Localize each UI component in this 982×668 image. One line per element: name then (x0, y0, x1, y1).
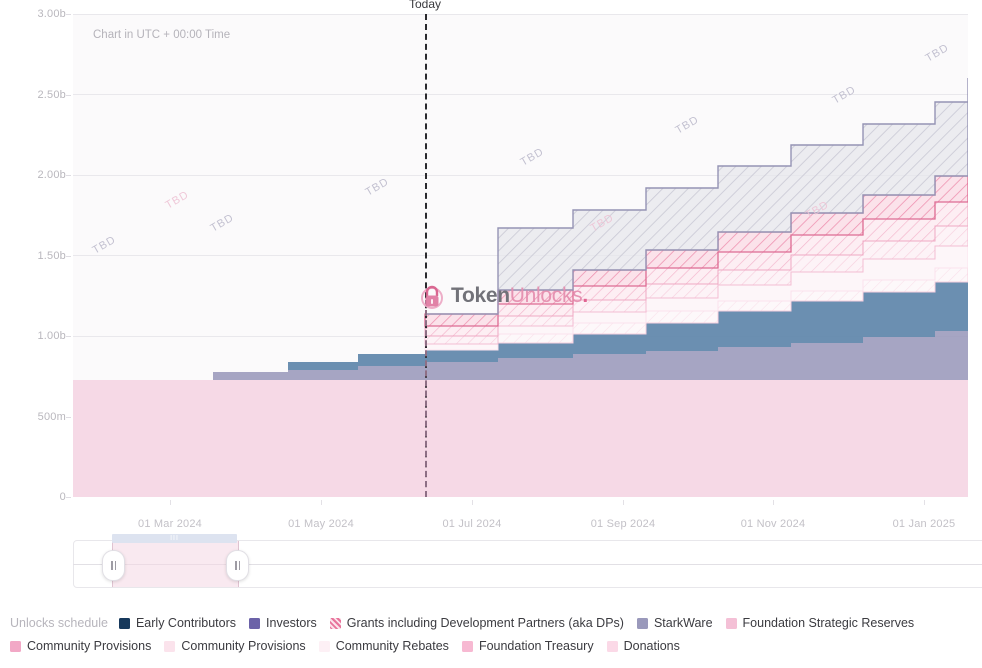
legend-swatch-early-contributors (118, 617, 130, 629)
x-axis-label-3: 01 Sep 2024 (590, 518, 656, 530)
x-axis-tick (170, 500, 171, 505)
legend-item-early-contributors[interactable]: Early Contributors (118, 616, 237, 630)
legend-item-starkware[interactable]: StarkWare (636, 616, 713, 630)
legend-item-investors[interactable]: Investors (249, 616, 317, 630)
x-axis-label-5: 01 Jan 2025 (892, 518, 956, 530)
svg-text:TBD: TBD (924, 42, 952, 65)
y-axis: 0 500m 1.00b 1.50b 2.00b 2.50b 3.00b (0, 8, 71, 503)
y-axis-label-2: 1.00b (37, 330, 66, 342)
legend-label-early-contributors: Early Contributors (135, 616, 237, 630)
legend-swatch-community-rebates (318, 640, 330, 652)
x-axis-tick (321, 500, 322, 505)
date-range-slider[interactable]: III (40, 534, 982, 590)
legend-label-donations: Donations (623, 639, 680, 653)
x-axis-label-2: 01 Jul 2024 (442, 518, 502, 530)
stacked-area-series: TBD TBD TBD TBD TBD TBD TBD TBD TBD TBD (73, 42, 968, 497)
x-axis-label-0: 01 Mar 2024 (138, 518, 202, 530)
range-slider-selection-handlebar[interactable]: III (112, 534, 237, 543)
legend-item-grants[interactable]: Grants including Development Partners (a… (329, 616, 624, 630)
x-axis-tick (773, 500, 774, 505)
y-axis-label-4: 2.00b (37, 169, 66, 181)
legend-label-community-provisions-1: Community Provisions (27, 639, 152, 653)
chart-timezone-note: Chart in UTC + 00:00 Time (93, 29, 231, 41)
y-axis-label-0: 0 (59, 491, 66, 503)
legend-item-donations[interactable]: Donations (606, 639, 680, 653)
legend-label-starkware: StarkWare (653, 616, 713, 630)
y-axis-tick (66, 255, 71, 257)
x-axis-label-4: 01 Nov 2024 (740, 518, 806, 530)
legend-item-community-provisions-1[interactable]: Community Provisions (10, 639, 151, 653)
legend-label-grants: Grants including Development Partners (a… (346, 616, 624, 630)
legend-swatch-foundation-treasury (461, 640, 473, 652)
legend-item-community-provisions-2[interactable]: Community Provisions (164, 639, 306, 653)
range-slider-selection[interactable] (112, 541, 239, 587)
x-axis-label-1: 01 May 2024 (288, 518, 354, 530)
svg-text:TBD: TBD (164, 189, 192, 212)
y-axis-label-3: 1.50b (37, 249, 66, 262)
range-slider-grip: III (170, 535, 179, 542)
x-axis-tick (623, 500, 624, 505)
y-axis-tick (66, 14, 71, 15)
y-axis-tick (66, 175, 71, 176)
legend-swatch-investors (249, 617, 261, 629)
legend-label-foundation-treasury: Foundation Treasury (478, 639, 594, 653)
y-axis-label-5: 2.50b (37, 88, 66, 101)
svg-text:TBD: TBD (91, 234, 119, 257)
legend-item-foundation-treasury[interactable]: Foundation Treasury (461, 639, 594, 653)
legend-swatch-grants (329, 617, 341, 629)
x-axis: 01 Mar 2024 01 May 2024 01 Jul 2024 01 S… (73, 500, 968, 534)
legend-label-community-provisions-2: Community Provisions (181, 639, 306, 653)
token-unlocks-chart: 0 500m 1.00b 1.50b 2.00b 2.50b 3.00b TBD… (0, 0, 982, 668)
today-marker-line-lower (425, 300, 427, 497)
legend-label-foundation-strategic-reserves: Foundation Strategic Reserves (742, 616, 915, 630)
x-axis-tick (924, 500, 925, 505)
chart-legend: Unlocks schedule Early Contributors Inve… (10, 616, 975, 653)
svg-text:TBD: TBD (831, 84, 859, 107)
legend-label-community-rebates: Community Rebates (335, 639, 449, 653)
legend-swatch-foundation-strategic-reserves (725, 617, 737, 629)
legend-label-investors: Investors (266, 616, 317, 630)
legend-swatch-donations (606, 640, 618, 652)
legend-item-foundation-strategic-reserves[interactable]: Foundation Strategic Reserves (725, 616, 915, 630)
legend-title: Unlocks schedule (10, 616, 108, 630)
today-label: Today (404, 0, 446, 11)
plot-area: TBD TBD TBD TBD TBD TBD TBD TBD TBD TBD … (73, 14, 968, 497)
y-axis-label-6: 3.00b (37, 8, 66, 20)
grip-lines-icon (111, 561, 116, 570)
svg-text:TBD: TBD (364, 176, 392, 199)
y-axis-tick (66, 497, 71, 498)
y-axis-tick (66, 336, 71, 337)
range-slider-right-handle[interactable] (226, 550, 249, 581)
svg-text:TBD: TBD (209, 212, 237, 235)
legend-item-community-rebates[interactable]: Community Rebates (318, 639, 449, 653)
y-axis-label-1: 500m (37, 410, 66, 423)
grip-lines-icon (235, 561, 240, 570)
y-axis-tick (66, 416, 71, 418)
svg-text:TBD: TBD (674, 114, 702, 137)
legend-swatch-starkware (636, 617, 648, 629)
x-axis-tick (472, 500, 473, 505)
range-slider-left-handle[interactable] (102, 550, 125, 581)
svg-text:TBD: TBD (519, 146, 547, 169)
legend-swatch-community-provisions-1 (10, 640, 21, 652)
legend-swatch-community-provisions-2 (164, 640, 176, 652)
y-axis-tick (66, 94, 71, 96)
